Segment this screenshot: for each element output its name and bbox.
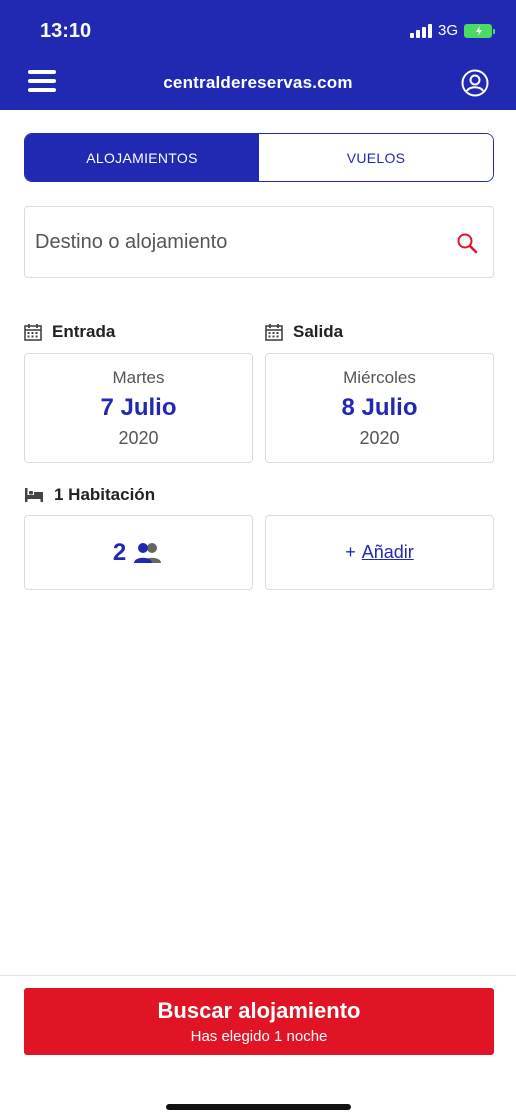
checkout-day: 8 Julio — [341, 394, 418, 421]
tab-vuelos[interactable]: VUELOS — [259, 134, 493, 181]
checkin-label: Entrada — [24, 322, 115, 342]
app-header: 13:10 3G centraldereservas.com — [0, 0, 516, 110]
checkout-year: 2020 — [359, 428, 400, 448]
site-title: centraldereservas.com — [163, 73, 353, 92]
checkout-label: Salida — [265, 322, 343, 342]
checkout-weekday: Miércoles — [343, 368, 416, 387]
checkin-day: 7 Julio — [100, 394, 177, 421]
room-label-text: 1 Habitación — [54, 485, 156, 504]
guests-icon — [134, 542, 162, 563]
destination-input[interactable] — [35, 230, 435, 254]
network-type: 3G — [437, 22, 458, 39]
checkin-weekday: Martes — [112, 368, 165, 387]
add-room-button[interactable]: + Añadir — [265, 515, 494, 590]
search-button-sublabel: Has elegido 1 noche — [190, 1028, 328, 1045]
calendar-icon — [265, 324, 283, 341]
signal-icon — [409, 23, 432, 38]
bed-icon — [25, 488, 43, 502]
add-room-label: Añadir — [361, 542, 414, 562]
search-icon[interactable] — [455, 231, 479, 255]
search-accommodation-button[interactable]: Buscar alojamiento Has elegido 1 noche — [24, 988, 494, 1055]
tab-alojamientos[interactable]: ALOJAMIENTOS — [25, 134, 259, 181]
search-type-tabs: ALOJAMIENTOS VUELOS — [24, 133, 494, 182]
checkout-label-text: Salida — [293, 322, 344, 341]
checkin-year: 2020 — [118, 428, 159, 448]
divider — [0, 975, 516, 976]
guests-selector[interactable]: 2 — [24, 515, 253, 590]
checkin-date-card[interactable]: Martes 7 Julio 2020 — [24, 353, 253, 463]
checkout-date-card[interactable]: Miércoles 8 Julio 2020 — [265, 353, 494, 463]
destination-search-box[interactable] — [24, 206, 494, 278]
battery-icon — [464, 23, 495, 38]
status-time: 13:10 — [40, 20, 92, 42]
checkin-label-text: Entrada — [52, 322, 116, 341]
search-button-label: Buscar alojamiento — [157, 998, 361, 1023]
status-indicators: 3G — [409, 22, 495, 39]
calendar-icon — [24, 324, 42, 341]
home-indicator[interactable] — [166, 1104, 351, 1110]
add-room-link[interactable]: + Añadir — [345, 542, 414, 563]
user-account-icon[interactable] — [461, 69, 489, 97]
room-label: 1 Habitación — [24, 485, 155, 505]
add-plus: + — [345, 542, 356, 562]
guests-count: 2 — [112, 538, 127, 566]
